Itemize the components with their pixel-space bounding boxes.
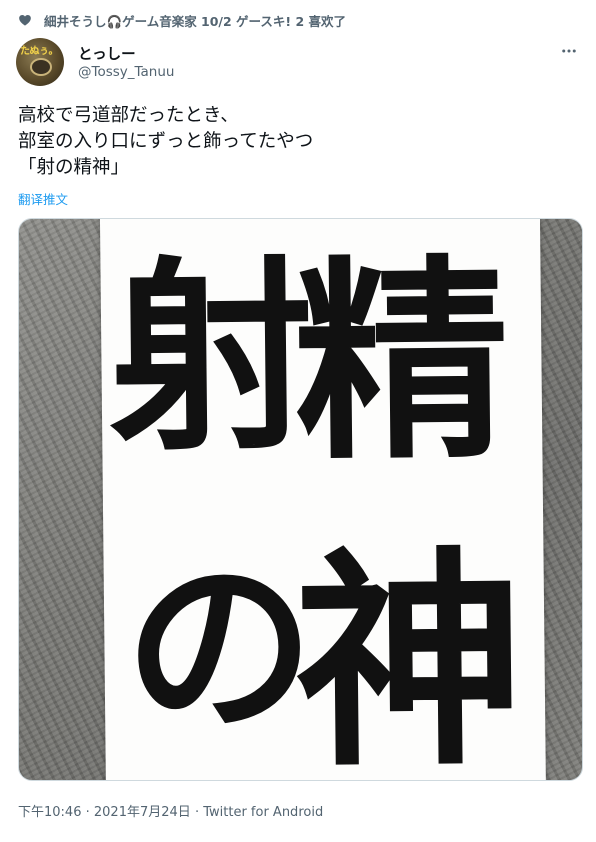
more-options-button[interactable] [558,42,580,60]
calligraphy-char-no: の [123,535,315,760]
heart-icon [18,13,32,27]
display-name[interactable]: とっしー [78,43,136,64]
avatar[interactable]: たぬぅ。 [16,38,64,86]
calligraphy-char-sha: 射 [108,237,316,479]
avatar-text: たぬぅ。 [20,46,59,57]
meta-separator: · [194,805,200,820]
tweet-time[interactable]: 下午10:46 [18,805,81,820]
meta-separator: · [85,805,90,820]
tweet-date[interactable]: 2021年7月24日 [94,805,191,820]
more-icon [562,49,576,53]
calligraphy-char-sei: 精 [293,234,511,489]
tweet-photo[interactable]: 射 精 の 神 [18,218,583,781]
calligraphy-char-shin: 神 [293,526,526,781]
social-context: 細井そうし🎧ゲーム音楽家 10/2 ゲースキ! 2 喜欢了 [18,10,346,30]
tweet-header: たぬぅ。 とっしー @Tossy_Tanuu [16,38,580,88]
tweet-text: 高校で弓道部だったとき、 部室の入り口にずっと飾ってたやつ 「射の精神」 [18,105,314,178]
translate-tweet-link[interactable]: 翻译推文 [18,189,68,208]
tweet-source[interactable]: Twitter for Android [203,805,323,820]
tweet-meta: 下午10:46 · 2021年7月24日 · Twitter for Andro… [18,801,323,820]
user-handle[interactable]: @Tossy_Tanuu [78,64,174,80]
social-context-text[interactable]: 細井そうし🎧ゲーム音楽家 10/2 ゲースキ! 2 喜欢了 [44,11,346,30]
calligraphy-image: 射 精 の 神 [108,234,526,781]
calligraphy-paper: 射 精 の 神 [99,219,547,781]
avatar-image [30,58,52,76]
